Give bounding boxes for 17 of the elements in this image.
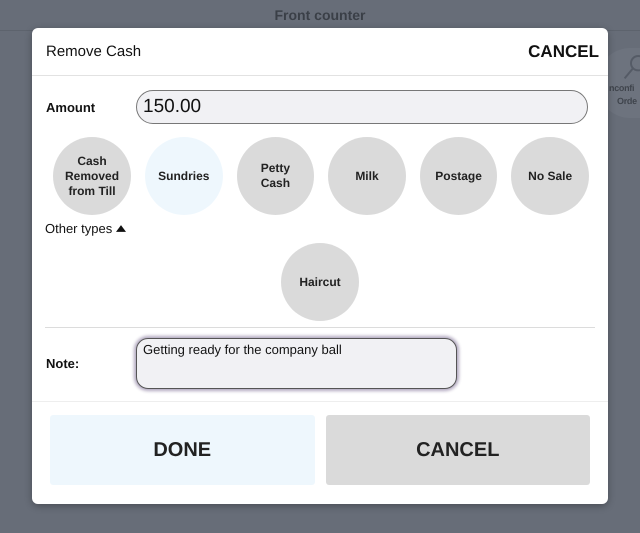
cancel-link[interactable]: CANCEL bbox=[528, 42, 599, 62]
type-option[interactable]: Petty Cash bbox=[236, 137, 314, 215]
type-option[interactable]: Milk bbox=[328, 137, 406, 215]
note-label: Note: bbox=[46, 356, 80, 370]
dialog-title: Remove Cash bbox=[46, 43, 142, 60]
amount-label: Amount bbox=[46, 100, 96, 114]
amount-field[interactable]: 150.00 bbox=[136, 90, 588, 124]
type-option[interactable]: Haircut bbox=[281, 243, 359, 321]
type-option[interactable]: Postage bbox=[420, 137, 498, 215]
search-icon bbox=[623, 54, 640, 82]
note-field[interactable]: Getting ready for the company ball bbox=[136, 338, 457, 388]
type-option[interactable]: Cash Removed from Till bbox=[53, 137, 131, 215]
done-button[interactable]: DONE bbox=[50, 415, 314, 485]
other-types-toggle[interactable]: Other types bbox=[45, 221, 126, 236]
type-option[interactable]: Sundries bbox=[145, 137, 223, 215]
type-option[interactable]: No Sale bbox=[511, 137, 589, 215]
cancel-button[interactable]: CANCEL bbox=[326, 415, 590, 485]
